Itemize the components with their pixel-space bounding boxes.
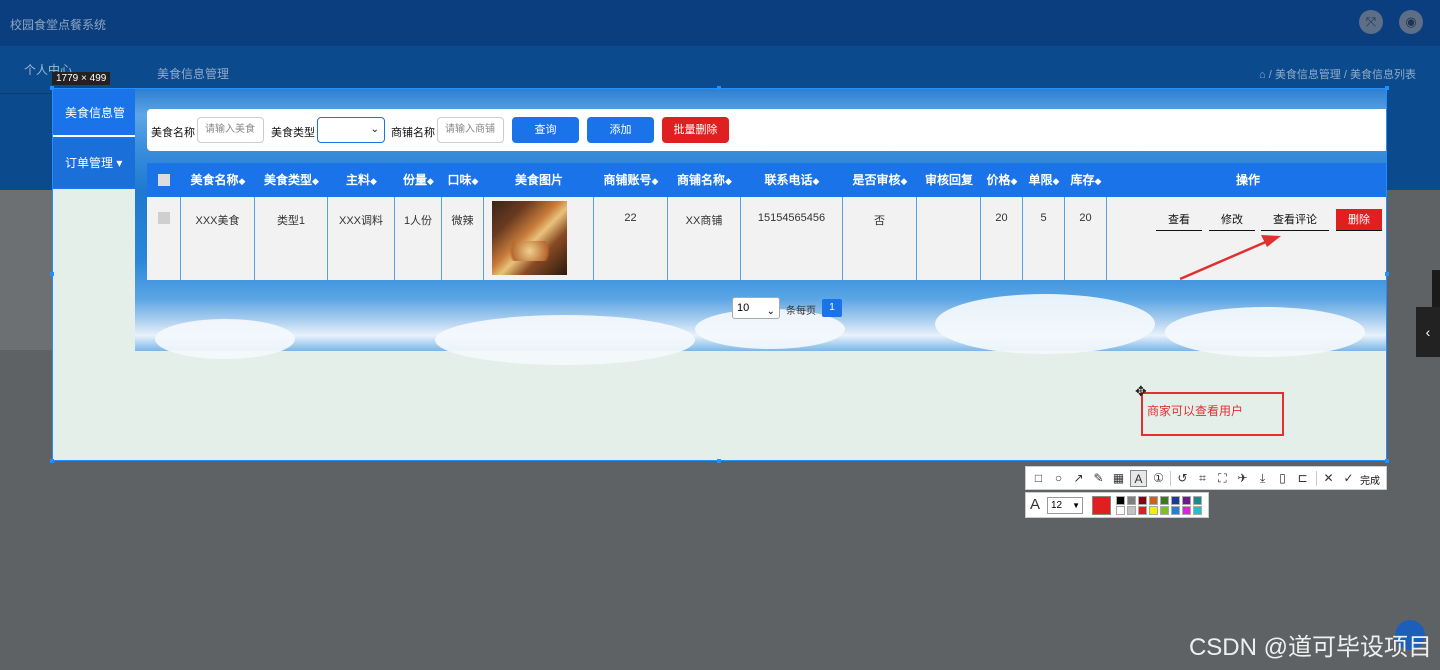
color-swatch[interactable]	[1138, 506, 1147, 515]
done-label[interactable]: 完成	[1360, 472, 1380, 487]
annotation-text: 商家可以查看用户	[1147, 404, 1244, 418]
color-swatch[interactable]	[1171, 496, 1180, 505]
page-title: 美食信息管理	[157, 67, 230, 81]
font-size-select[interactable]: 12 ▼	[1047, 497, 1083, 514]
sidebar-item-personal-center[interactable]: 个人中心	[0, 46, 134, 94]
color-swatch[interactable]	[1160, 496, 1169, 505]
close-icon[interactable]: ✕	[1320, 470, 1337, 487]
collapse-panel-button[interactable]: ‹	[1416, 307, 1440, 357]
resize-handle[interactable]	[50, 86, 54, 90]
app-header	[0, 0, 1440, 46]
undo-icon[interactable]: ↺	[1174, 470, 1191, 487]
color-swatch[interactable]	[1138, 496, 1147, 505]
app-title: 校园食堂点餐系统	[10, 18, 107, 32]
rectangle-icon[interactable]: □	[1030, 470, 1047, 487]
color-swatch[interactable]	[1182, 496, 1191, 505]
arrow-icon[interactable]: ↗	[1070, 470, 1087, 487]
move-cursor-icon: ✥	[1135, 383, 1147, 399]
fullscreen-icon[interactable]: ⤧	[1359, 10, 1383, 34]
color-swatch[interactable]	[1127, 506, 1136, 515]
breadcrumb: ⌂ / 美食信息管理 / 美食信息列表	[1259, 69, 1416, 81]
capture-region[interactable]: 美食信息管理 ▾ 订单管理 ▾ 美食名称 请输入美食 美食类型 ⌄ 商铺名称 请…	[52, 88, 1387, 461]
user-icon[interactable]: ◉	[1399, 10, 1423, 34]
annotation-text-box[interactable]: 商家可以查看用户	[1141, 392, 1284, 436]
ellipse-icon[interactable]: ○	[1050, 470, 1067, 487]
text-style-toolbar: A 12 ▼	[1025, 492, 1209, 518]
save-icon[interactable]: ▯	[1274, 470, 1291, 487]
bookmark-icon[interactable]: ⊏	[1294, 470, 1311, 487]
resize-handle[interactable]	[50, 272, 54, 276]
watermark: CSDN @道可毕设项目	[1188, 634, 1432, 661]
color-swatch[interactable]	[1182, 506, 1191, 515]
color-swatch[interactable]	[1116, 496, 1125, 505]
resize-handle[interactable]	[717, 459, 721, 463]
capture-size-label: 1779 × 499	[52, 72, 111, 85]
pen-icon[interactable]: ✎	[1090, 470, 1107, 487]
resize-handle[interactable]	[717, 86, 721, 90]
download-icon[interactable]: ⤓	[1254, 470, 1271, 487]
resize-handle[interactable]	[50, 459, 54, 463]
mosaic-icon[interactable]: ▦	[1110, 470, 1127, 487]
screenshot-toolbar: □ ○ ↗ ✎ ▦ A ① ↺ ⌗ ⛶ ✈ ⤓ ▯ ⊏ ✕ ✓ 完成	[1025, 466, 1387, 490]
check-icon[interactable]: ✓	[1340, 470, 1357, 487]
text-icon[interactable]: A	[1130, 470, 1147, 487]
current-color-swatch[interactable]	[1092, 496, 1111, 515]
chevron-left-icon: ‹	[1425, 324, 1431, 340]
color-swatch[interactable]	[1127, 496, 1136, 505]
color-swatch[interactable]	[1171, 506, 1180, 515]
crop-icon[interactable]: ⌗	[1194, 470, 1211, 487]
color-swatch[interactable]	[1193, 496, 1202, 505]
ocr-icon[interactable]: ⛶	[1214, 470, 1231, 487]
color-swatch[interactable]	[1149, 506, 1158, 515]
color-swatch[interactable]	[1116, 506, 1125, 515]
color-swatch[interactable]	[1160, 506, 1169, 515]
pin-icon[interactable]: ✈	[1234, 470, 1251, 487]
chevron-down-icon: ▼	[1072, 501, 1080, 510]
font-icon: A	[1030, 496, 1041, 513]
color-swatch[interactable]	[1149, 496, 1158, 505]
resize-handle[interactable]	[1385, 272, 1389, 276]
color-swatch[interactable]	[1193, 506, 1202, 515]
edge-bar	[1432, 270, 1440, 307]
resize-handle[interactable]	[1385, 86, 1389, 90]
number-icon[interactable]: ①	[1150, 470, 1167, 487]
resize-handle[interactable]	[1385, 459, 1389, 463]
